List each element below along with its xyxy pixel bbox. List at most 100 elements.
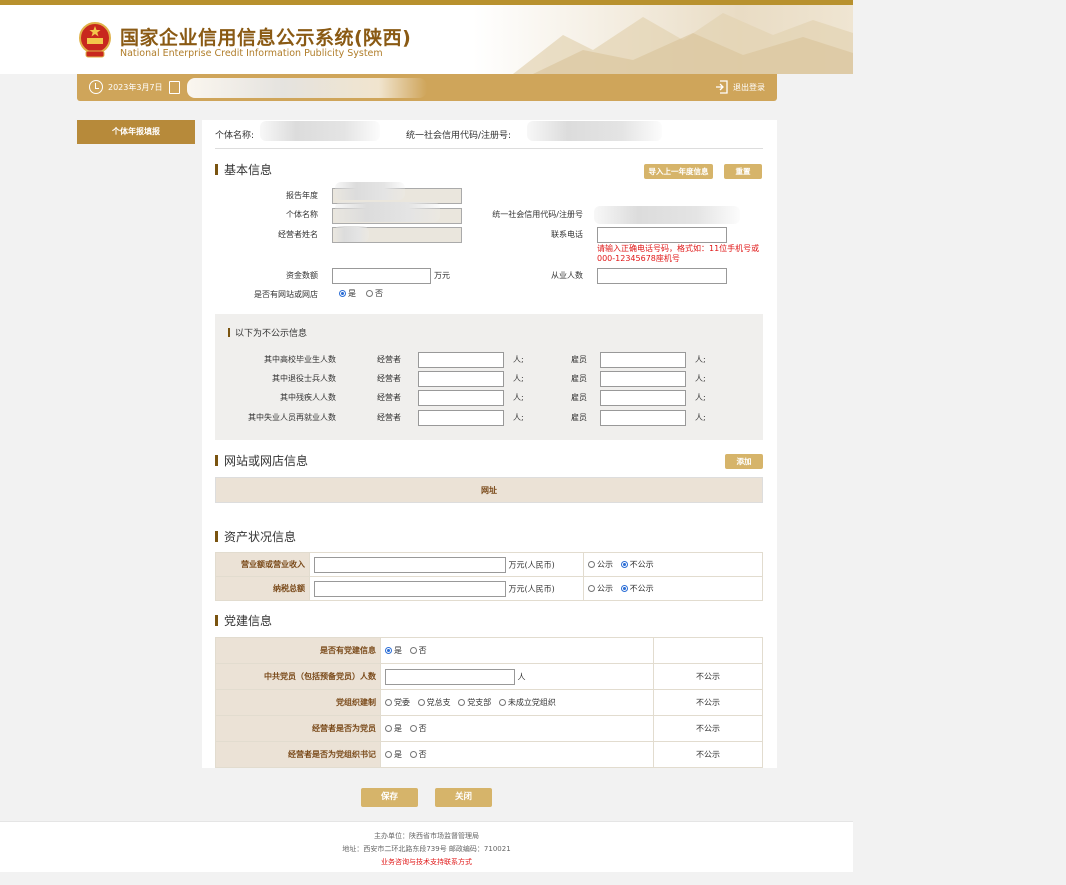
radio-checked-icon[interactable] [339,290,346,297]
phone-input[interactable] [597,227,727,243]
employee-count-input[interactable] [600,410,686,426]
row-label: 其中残疾人人数 [280,393,336,402]
user-doc-icon [169,81,180,94]
has-party-label: 是否有党建信息 [215,637,381,664]
radio-icon[interactable] [417,699,425,706]
members-label: 中共党员（包括预备党员）人数 [215,663,381,690]
radio-icon[interactable] [458,699,466,706]
operator-count-input[interactable] [418,390,504,406]
org-cell: 党委 党总支 党支部 未成立党组织 [380,689,654,716]
revenue-private-radio[interactable]: 不公示 [620,560,654,569]
operator-secretary-publicity: 不公示 [653,741,763,768]
operator-member-cell: 是 否 [380,715,654,742]
org-option-branch[interactable]: 党支部 [458,698,491,707]
operator-secretary-cell: 是 否 [380,741,654,768]
row-label: 其中高校毕业生人数 [264,355,336,364]
org-option-general-branch[interactable]: 党总支 [417,698,451,707]
members-unit: 人 [517,672,526,681]
revenue-cell: 万元(人民币) [309,552,584,577]
operator-unit: 人; [513,355,524,364]
operator-secretary-no[interactable]: 否 [409,750,427,759]
tax-input[interactable] [314,580,506,597]
redacted-year [335,182,405,200]
radio-icon[interactable] [588,585,595,592]
operator-unit: 人; [513,413,524,422]
logout-link[interactable]: 退出登录 [733,82,765,93]
tax-private-radio[interactable]: 不公示 [620,584,654,593]
add-website-button[interactable]: 添加 [725,454,763,469]
employees-label: 从业人数 [551,271,583,280]
has-party-cell: 是 否 [380,637,654,664]
radio-icon[interactable] [409,725,417,732]
operator-secretary-yes[interactable]: 是 [385,750,402,759]
tax-public-radio[interactable]: 公示 [588,584,613,593]
table-row: 是否有党建信息 是 否 [215,637,763,664]
radio-icon[interactable] [385,725,392,732]
radio-icon[interactable] [385,699,392,706]
revenue-public-radio[interactable]: 公示 [588,560,613,569]
radio-icon[interactable] [498,699,506,706]
save-button[interactable]: 保存 [361,788,418,807]
tax-cell: 万元(人民币) [309,576,584,601]
operator-member-yes[interactable]: 是 [385,724,402,733]
members-input[interactable] [385,668,515,685]
nav-bar: 2023年3月7日 退出登录 [77,74,777,101]
operator-count-input[interactable] [418,410,504,426]
operator-member-label: 经营者是否为党员 [215,715,381,742]
employees-input[interactable] [597,268,727,284]
website-radio-yes[interactable]: 是 [339,288,356,299]
operator-count-input[interactable] [418,352,504,368]
close-button[interactable]: 关闭 [435,788,492,807]
redacted-code [527,121,662,141]
operator-member-no[interactable]: 否 [409,724,427,733]
employee-unit: 人; [695,413,706,422]
employee-label: 雇员 [571,355,587,364]
logout-icon[interactable] [715,80,728,94]
party-table: 是否有党建信息 是 否 中共党员（包括预备党员）人数 人 不公示 党组织建制 党… [215,637,763,768]
capital-unit: 万元 [434,271,450,280]
employee-unit: 人; [695,355,706,364]
footer-organizer: 主办单位：陕西省市场监督管理局 [374,832,479,840]
employee-label: 雇员 [571,393,587,402]
employee-count-input[interactable] [600,371,686,387]
org-option-none[interactable]: 未成立党组织 [498,698,556,707]
operator-member-publicity: 不公示 [653,715,763,742]
site-subtitle: National Enterprise Credit Information P… [120,48,383,59]
org-option-party-committee[interactable]: 党委 [385,698,410,707]
radio-icon[interactable] [385,751,392,758]
divider [215,148,763,149]
operator-secretary-label: 经营者是否为党组织书记 [215,741,381,768]
phone-hint: 请输入正确电话号码，格式如：11位手机号或000-12345678座机号 [597,244,760,263]
radio-icon[interactable] [366,290,373,297]
site-title: 国家企业信用信息公示系统(陕西) [120,27,412,49]
code-label: 统一社会信用代码/注册号: [406,131,512,141]
website-radio-no[interactable]: 否 [366,288,383,299]
revenue-input[interactable] [314,556,506,573]
radio-checked-icon[interactable] [620,585,628,592]
footer-contact-link[interactable]: 业务咨询与技术支持联系方式 [0,856,853,869]
empty-cell [653,637,763,664]
operator-count-input[interactable] [418,371,504,387]
sidebar-item-annual-report[interactable]: 个体年报填报 [77,120,195,144]
table-row: 经营者是否为党组织书记 是 否 不公示 [215,741,763,768]
radio-icon[interactable] [409,647,417,654]
operator-label: 经营者 [377,355,401,364]
employee-count-input[interactable] [600,352,686,368]
radio-icon[interactable] [588,561,595,568]
employee-count-input[interactable] [600,390,686,406]
radio-icon[interactable] [409,751,417,758]
radio-checked-icon[interactable] [385,647,392,654]
org-publicity: 不公示 [653,689,763,716]
operator-unit: 人; [513,393,524,402]
import-last-year-button[interactable]: 导入上一年度信息 [644,164,713,179]
radio-checked-icon[interactable] [620,561,628,568]
operator-unit: 人; [513,374,524,383]
row-label: 其中退役士兵人数 [272,374,336,383]
table-row: 党组织建制 党委 党总支 党支部 未成立党组织 不公示 [215,689,763,716]
capital-input[interactable] [332,268,431,284]
operator-name-label: 经营者姓名 [278,230,318,239]
has-party-no[interactable]: 否 [409,646,427,655]
current-date: 2023年3月7日 [108,83,163,92]
has-party-yes[interactable]: 是 [385,646,402,655]
reset-button[interactable]: 重置 [724,164,762,179]
